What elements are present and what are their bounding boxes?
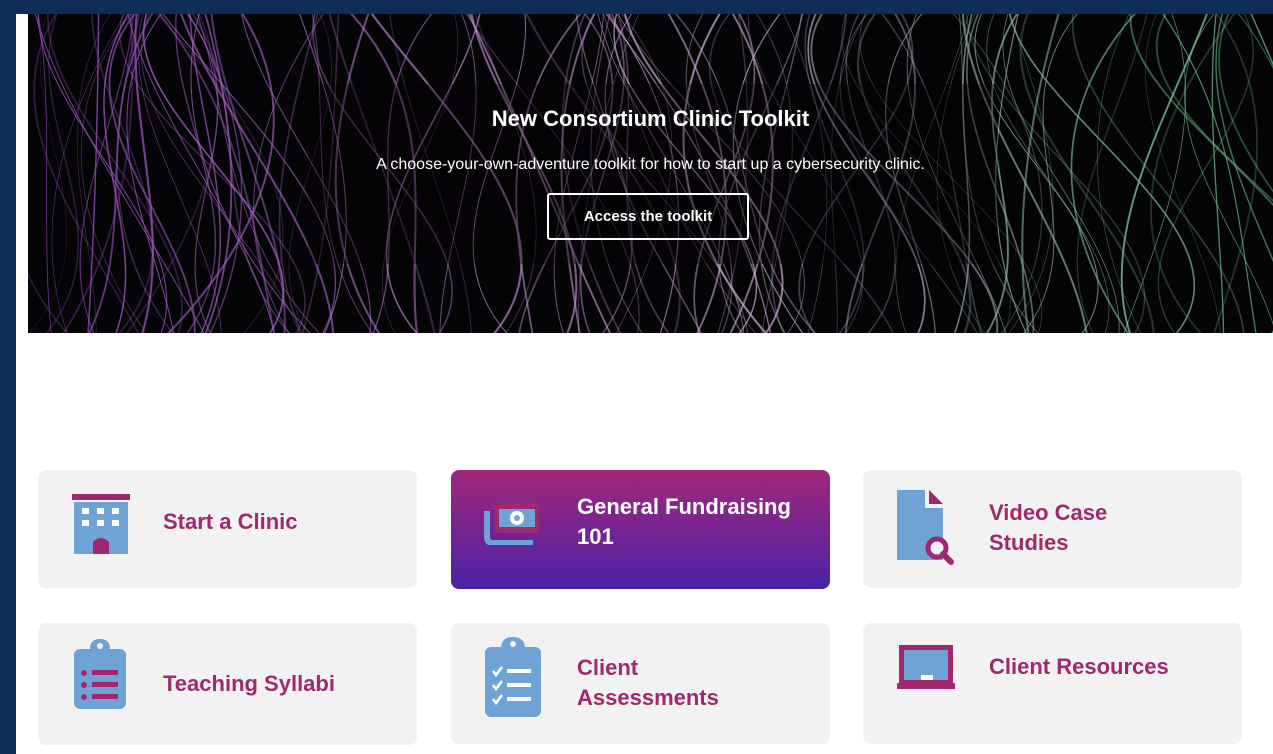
money-icon <box>484 503 539 545</box>
clipboard-list-icon <box>74 639 126 709</box>
hero-banner: New Consortium Clinic Toolkit A choose-y… <box>28 14 1273 333</box>
file-search-icon <box>897 490 954 565</box>
card-label: Teaching Syllabi <box>163 671 335 696</box>
card-teaching-syllabi[interactable]: Teaching Syllabi <box>38 623 417 745</box>
access-toolkit-button[interactable]: Access the toolkit <box>547 193 749 240</box>
chalkboard-icon <box>897 645 955 689</box>
clipboard-check-icon <box>485 637 541 717</box>
hero-subtitle: A choose-your-own-adventure toolkit for … <box>376 156 925 173</box>
page: New Consortium Clinic Toolkit A choose-y… <box>16 14 1273 754</box>
card-label: Client Assessments <box>577 655 719 710</box>
hero-title: New Consortium Clinic Toolkit <box>491 106 810 131</box>
card-video-case-studies[interactable]: Video Case Studies <box>863 470 1242 588</box>
building-icon <box>72 494 130 554</box>
card-client-resources[interactable]: Client Resources <box>863 623 1242 744</box>
card-client-assessments[interactable]: Client Assessments <box>451 623 830 744</box>
card-label: Client Resources <box>989 654 1169 679</box>
card-general-fundraising[interactable]: General Fundraising 101 <box>451 470 830 589</box>
card-label: General Fundraising 101 <box>577 494 791 549</box>
card-label: Video Case Studies <box>989 500 1108 555</box>
card-start-a-clinic[interactable]: Start a Clinic <box>38 470 417 588</box>
card-label: Start a Clinic <box>163 509 298 534</box>
